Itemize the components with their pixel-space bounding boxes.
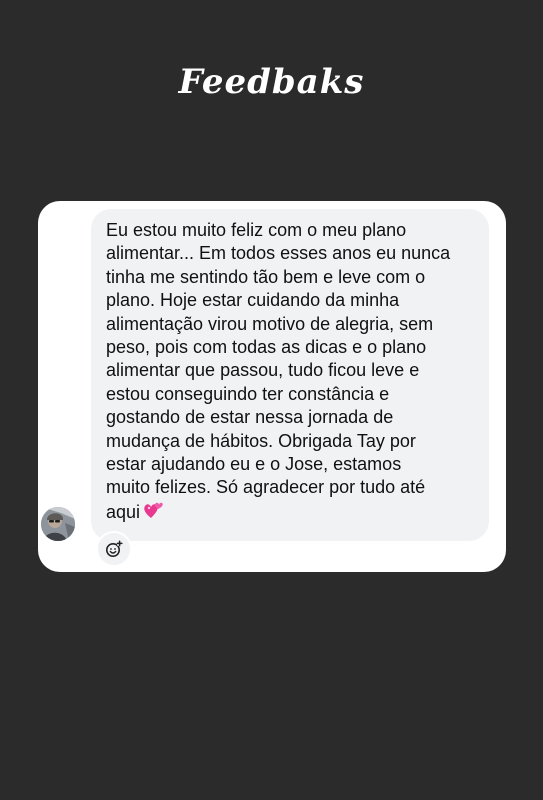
two-hearts-icon [144,502,163,518]
page-title: Feedbaks [178,62,365,102]
avatar-photo [41,507,75,541]
message-card: Eu estou muito feliz com o meu plano ali… [38,201,506,572]
add-reaction-button[interactable] [96,531,132,567]
feedback-page: Feedbaks Eu estou muito feliz com o meu … [0,0,543,800]
add-reaction-icon [106,540,123,557]
message-text: Eu estou muito feliz com o meu plano ali… [106,220,451,522]
sender-avatar[interactable] [41,507,75,541]
message-bubble[interactable]: Eu estou muito feliz com o meu plano ali… [91,209,489,541]
